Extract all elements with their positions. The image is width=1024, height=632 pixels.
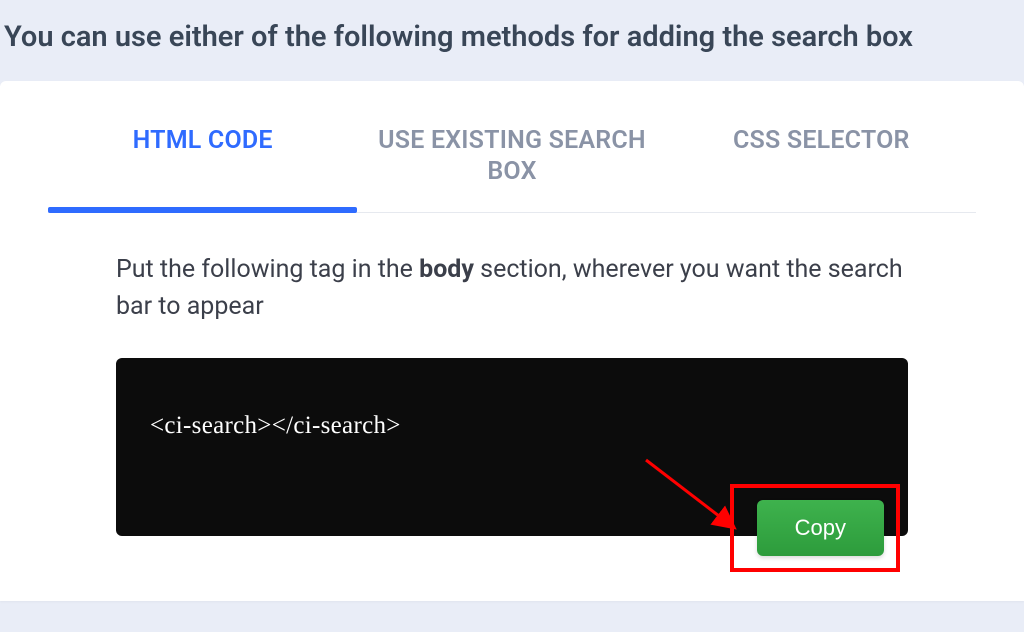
tab-label: USE EXISTING SEARCH BOX	[378, 126, 646, 186]
instruction-bold: body	[419, 255, 474, 284]
method-card: HTML CODE USE EXISTING SEARCH BOX CSS SE…	[0, 81, 1024, 601]
tab-use-existing-search-box[interactable]: USE EXISTING SEARCH BOX	[357, 125, 666, 212]
instruction-pre: Put the following tag in the	[116, 255, 419, 284]
tab-css-selector[interactable]: CSS SELECTOR	[667, 125, 976, 212]
tab-content: Put the following tag in the body sectio…	[48, 213, 976, 536]
tab-label: HTML CODE	[133, 126, 273, 155]
page-title: You can use either of the following meth…	[0, 0, 1024, 81]
copy-button[interactable]: Copy	[757, 500, 884, 556]
code-block-wrap: <ci-search></ci-search> Copy	[116, 358, 908, 536]
tab-html-code[interactable]: HTML CODE	[48, 125, 357, 212]
instruction-text: Put the following tag in the body sectio…	[116, 251, 908, 326]
tabs: HTML CODE USE EXISTING SEARCH BOX CSS SE…	[48, 125, 976, 213]
tab-label: CSS SELECTOR	[733, 126, 910, 155]
